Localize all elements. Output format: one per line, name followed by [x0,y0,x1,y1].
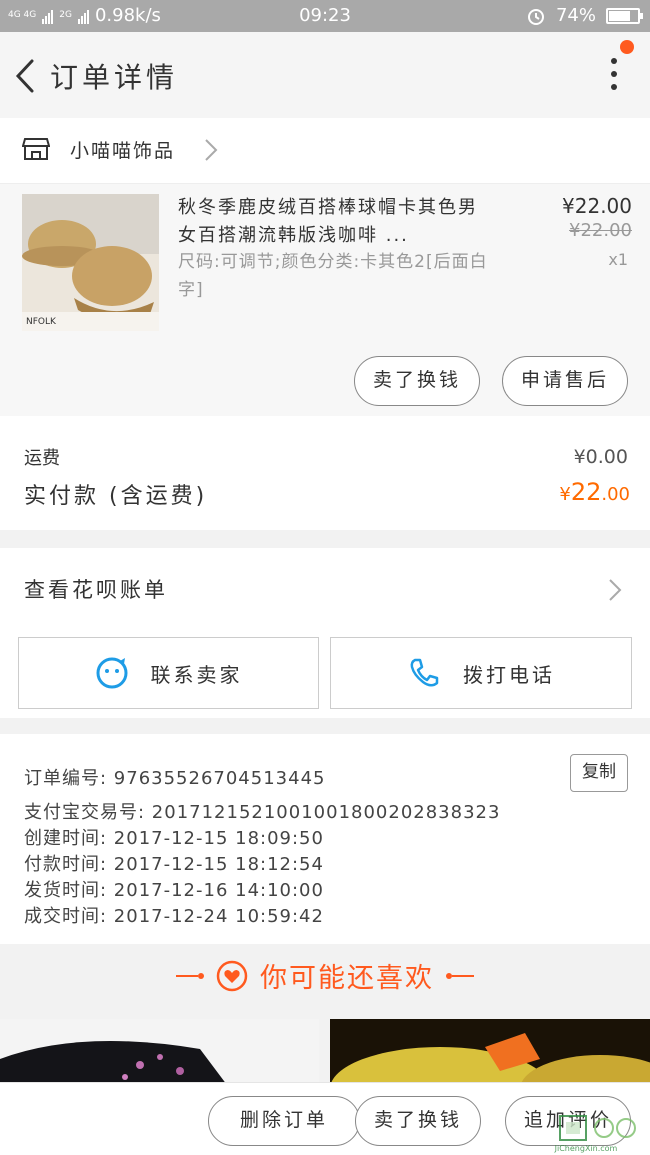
huabei-section: 查看花呗账单 联系卖家 拨打电话 [0,548,650,718]
created-time: 创建时间: 2017-12-15 18:09:50 [24,828,324,849]
cap-photo: NFOLK [22,194,159,331]
recommend-image [0,1019,319,1089]
more-menu-icon[interactable] [608,58,620,94]
back-arrow-icon[interactable] [10,58,40,94]
store-icon [22,138,50,160]
shipping-value: ¥0.00 [573,446,628,468]
notification-dot [620,40,634,54]
payment-summary: 运费 ¥0.00 实付款 (含运费) ¥22.00 [0,416,650,530]
contact-seller-button[interactable]: 联系卖家 [18,637,319,709]
page-title: 订单详情 [50,61,179,94]
recommend-title: 你可能还喜欢 [260,963,434,994]
paid-amount: ¥22.00 [559,478,630,506]
paid-int: 22 [570,478,602,506]
paid-time: 付款时间: 2017-12-15 18:12:54 [24,854,324,875]
exchange-button-bottom[interactable]: 卖了换钱 [355,1096,481,1146]
copy-button[interactable]: 复制 [570,754,628,792]
watermark-text: JiChengXin.com [554,1144,618,1153]
recommend-card[interactable] [0,1019,319,1089]
status-bar: 4G 4G 2G 0.98k/s 09:23 74% [0,0,650,32]
product-item[interactable]: NFOLK 秋冬季鹿皮绒百搭棒球帽卡其色男女百搭潮流韩版浅咖啡 ... 尺码:可… [0,184,650,416]
recommend-image [330,1019,650,1089]
contact-seller-label: 联系卖家 [150,662,243,687]
call-phone-button[interactable]: 拨打电话 [330,637,632,709]
recommend-card[interactable] [330,1019,650,1089]
site-watermark: JiChengXin.com [530,1110,642,1153]
heart-icon [216,960,248,991]
battery-icon [606,7,643,24]
product-original-price: ¥22.00 [569,220,632,241]
phone-icon [410,658,439,687]
nav-bar: 订单详情 [0,32,650,118]
order-info: 订单编号: 97635526704513445 支付宝交易号: 20171215… [0,734,650,944]
shipping-label: 运费 [24,448,60,469]
delete-order-button[interactable]: 删除订单 [208,1096,360,1146]
divider-left [176,972,204,979]
shop-header[interactable]: 小喵喵饰品 [0,118,650,184]
alipay-trade-number: 支付宝交易号: 2017121521001001800202838323 [24,802,501,823]
paid-dec: .00 [601,484,630,505]
order-number: 订单编号: 97635526704513445 [24,768,326,789]
chat-bubble-icon [96,657,127,689]
product-image[interactable]: NFOLK [22,194,159,331]
shop-name[interactable]: 小喵喵饰品 [70,136,175,163]
battery-percent: 74% [555,5,596,26]
huabei-bill-link[interactable]: 查看花呗账单 [24,574,168,604]
product-spec: 尺码:可调节;颜色分类:卡其色2[后面白字] [178,252,488,300]
call-phone-label: 拨打电话 [463,662,555,687]
shipped-time: 发货时间: 2017-12-16 14:10:00 [24,880,324,901]
divider-right [446,972,474,979]
after-sale-button[interactable]: 申请售后 [502,356,628,406]
watermark-logo [559,1115,636,1141]
product-image-text: NFOLK [26,317,57,327]
completed-time: 成交时间: 2017-12-24 10:59:42 [24,906,324,927]
chevron-right-icon [205,139,218,161]
product-price: ¥22.00 [562,194,632,218]
recommend-header: 你可能还喜欢 [0,944,650,1008]
chevron-right-icon[interactable] [608,578,622,602]
product-quantity: x1 [608,250,628,269]
product-title[interactable]: 秋冬季鹿皮绒百搭棒球帽卡其色男女百搭潮流韩版浅咖啡 ... [178,194,490,250]
alarm-icon [527,8,544,25]
exchange-button[interactable]: 卖了换钱 [354,356,480,406]
paid-label: 实付款 (含运费) [24,484,208,509]
currency-symbol: ¥ [559,484,571,505]
